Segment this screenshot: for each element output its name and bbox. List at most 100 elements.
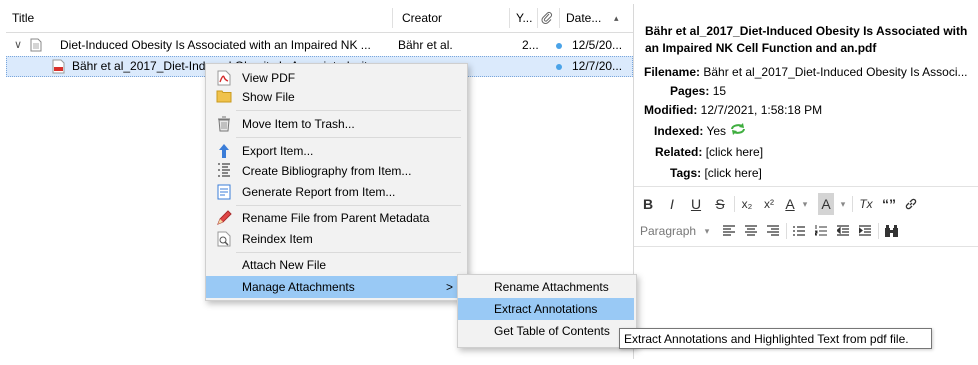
column-header-date[interactable]: Date... — [566, 4, 614, 32]
menu-item-label: Rename File from Parent Metadata — [242, 211, 430, 225]
highlight-dropdown-icon[interactable]: ▾ — [838, 193, 848, 215]
folder-icon — [216, 89, 232, 105]
submenu-item-label: Extract Annotations — [494, 302, 598, 316]
menu-item-export-item[interactable]: Export Item... — [206, 140, 465, 162]
tags-link[interactable]: [click here] — [704, 166, 761, 180]
paragraph-format-select[interactable]: Paragraph — [640, 220, 700, 242]
blockquote-button[interactable]: “” — [880, 193, 898, 215]
indexed-value: Yes — [706, 124, 727, 138]
column-divider[interactable] — [559, 8, 560, 28]
find-replace-icon[interactable] — [882, 220, 900, 242]
menu-separator — [236, 137, 461, 138]
modified-label: Modified: — [644, 103, 698, 117]
italic-button[interactable]: I — [664, 193, 680, 215]
item-year: 2... — [522, 38, 538, 52]
export-arrow-icon — [216, 143, 232, 159]
menu-item-reindex[interactable]: Reindex Item — [206, 228, 465, 250]
attachment-date: 12/7/20... — [572, 59, 623, 73]
item-title: Diet-Induced Obesity Is Associated with … — [60, 38, 371, 52]
menu-item-show-file[interactable]: Show File — [206, 86, 465, 108]
align-center-icon[interactable] — [742, 220, 760, 242]
menu-item-rename-from-metadata[interactable]: Rename File from Parent Metadata — [206, 207, 465, 229]
superscript-button[interactable]: x² — [760, 193, 778, 215]
pdf-icon — [216, 70, 232, 86]
align-left-icon[interactable] — [720, 220, 738, 242]
tags-row: Tags: [click here] — [670, 163, 762, 183]
menu-item-label: Attach New File — [242, 258, 327, 272]
column-divider[interactable] — [509, 8, 510, 28]
submenu-item-label: Rename Attachments — [494, 280, 609, 294]
submenu-item-label: Get Table of Contents — [494, 324, 610, 338]
menu-separator — [236, 110, 461, 111]
menu-item-manage-attachments[interactable]: Manage Attachments > — [206, 276, 465, 298]
link-icon[interactable] — [902, 193, 920, 215]
highlight-color-button[interactable]: A — [818, 193, 834, 215]
column-header-bar: Title Creator Y... Date... ▴ — [6, 4, 633, 33]
menu-item-label: Manage Attachments — [242, 280, 355, 294]
column-divider[interactable] — [392, 8, 393, 28]
column-header-year[interactable]: Y... — [516, 4, 538, 32]
expand-toggle-icon[interactable]: ∨ — [14, 35, 26, 56]
bullet-list-icon[interactable] — [790, 220, 808, 242]
tooltip: Extract Annotations and Highlighted Text… — [619, 328, 932, 349]
submenu-item-rename-attachments[interactable]: Rename Attachments — [458, 276, 634, 298]
pages-label: Pages: — [670, 84, 710, 98]
filename-value[interactable]: Bähr et al_2017_Diet-Induced Obesity Is … — [703, 65, 967, 79]
indent-icon[interactable] — [856, 220, 874, 242]
menu-item-move-to-trash[interactable]: Move Item to Trash... — [206, 113, 465, 135]
clear-formatting-button[interactable]: Tx — [856, 193, 876, 215]
column-divider[interactable] — [537, 8, 538, 28]
bibliography-icon — [216, 163, 232, 179]
menu-item-label: Move Item to Trash... — [242, 117, 355, 131]
text-color-button[interactable]: A — [782, 193, 798, 215]
bold-button[interactable]: B — [640, 193, 656, 215]
numbered-list-icon[interactable] — [812, 220, 830, 242]
toolbar-divider — [786, 223, 787, 239]
table-row-parent-item[interactable]: ∨ Diet-Induced Obesity Is Associated wit… — [6, 35, 633, 56]
submenu-item-get-table-of-contents[interactable]: Get Table of Contents — [458, 320, 634, 342]
underline-button[interactable]: U — [688, 193, 704, 215]
toolbar-divider — [878, 223, 879, 239]
pdf-file-icon — [52, 56, 68, 81]
toolbar-divider — [734, 196, 735, 212]
item-creator: Bähr et al. — [398, 38, 453, 52]
filename-row: Filename: Bähr et al_2017_Diet-Induced O… — [644, 62, 968, 82]
rename-pencil-icon — [216, 210, 232, 226]
pages-value: 15 — [712, 84, 727, 98]
column-header-title[interactable]: Title — [12, 4, 312, 32]
attachment-dot-icon — [556, 35, 566, 56]
related-link[interactable]: [click here] — [706, 145, 763, 159]
sort-ascending-icon: ▴ — [614, 13, 619, 23]
menu-item-generate-report[interactable]: Generate Report from Item... — [206, 181, 465, 203]
menu-item-label: Export Item... — [242, 144, 314, 158]
submenu-item-extract-annotations[interactable]: Extract Annotations — [458, 298, 634, 320]
pages-row: Pages: 15 — [670, 81, 726, 101]
item-date: 12/5/20... — [572, 38, 623, 52]
menu-item-create-bibliography[interactable]: Create Bibliography from Item... — [206, 160, 465, 182]
toolbar-divider — [852, 196, 853, 212]
note-editor-divider — [634, 186, 978, 187]
paragraph-dropdown-icon[interactable]: ▾ — [702, 220, 712, 242]
menu-item-label: Show File — [242, 90, 295, 104]
paperclip-icon[interactable] — [540, 4, 558, 32]
menu-separator — [236, 252, 461, 253]
menu-separator — [236, 205, 461, 206]
menu-item-label: Create Bibliography from Item... — [242, 164, 412, 178]
menu-item-label: Generate Report from Item... — [242, 185, 396, 199]
attachment-dot-icon — [556, 56, 566, 77]
related-label: Related: — [655, 145, 703, 159]
report-icon — [216, 184, 232, 200]
submenu-arrow-icon: > — [446, 280, 454, 294]
column-header-creator[interactable]: Creator — [402, 4, 502, 32]
menu-item-attach-new-file[interactable]: Attach New File — [206, 254, 465, 276]
reindex-refresh-icon[interactable] — [729, 122, 747, 142]
text-color-dropdown-icon[interactable]: ▾ — [800, 193, 810, 215]
menu-item-label: Reindex Item — [242, 232, 313, 246]
align-right-icon[interactable] — [764, 220, 782, 242]
outdent-icon[interactable] — [834, 220, 852, 242]
reindex-icon — [216, 231, 232, 247]
subscript-button[interactable]: x₂ — [738, 193, 756, 215]
indexed-row: Indexed: Yes — [654, 121, 747, 141]
strikethrough-button[interactable]: S — [712, 193, 728, 215]
tags-label: Tags: — [670, 166, 702, 180]
